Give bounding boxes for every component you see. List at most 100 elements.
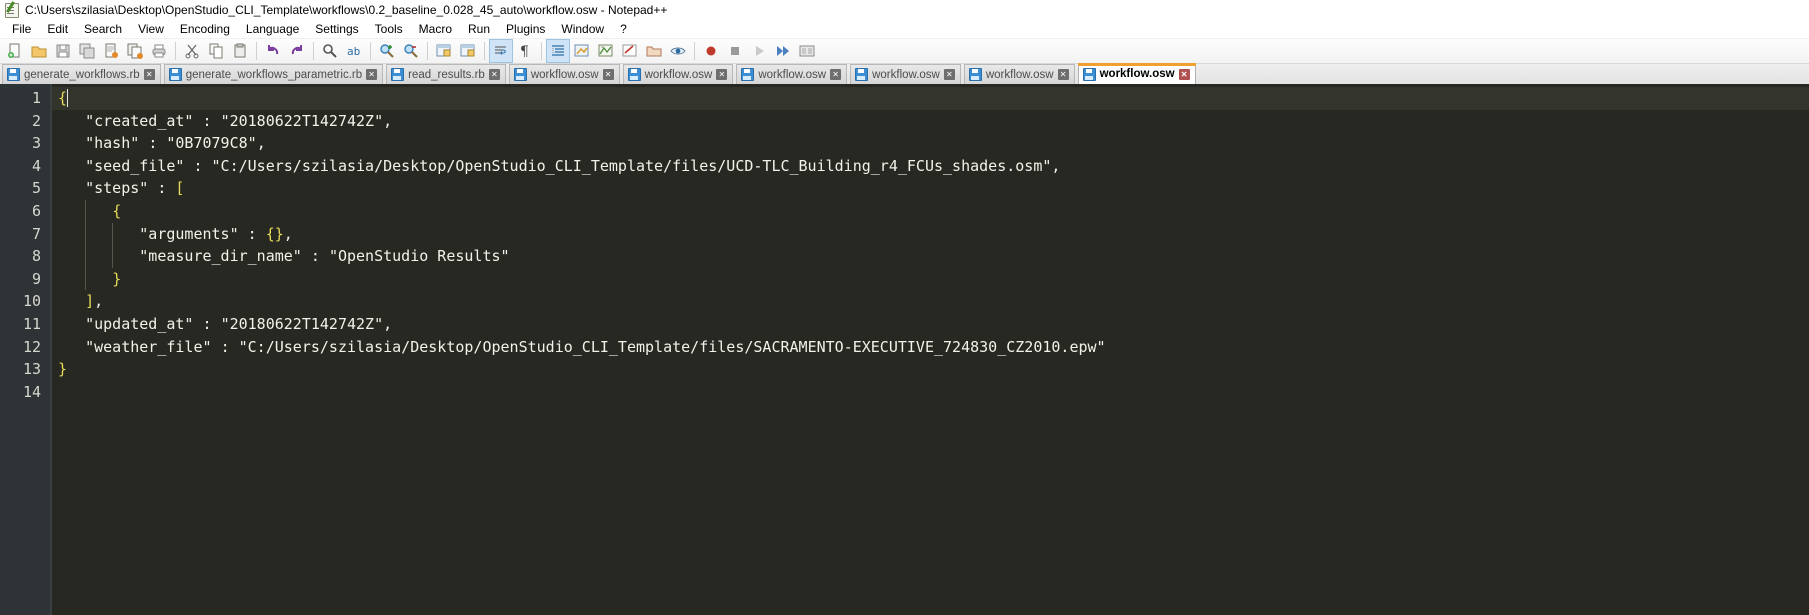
folder-workspace-icon[interactable]	[643, 40, 665, 62]
toolbar-separator	[313, 42, 314, 60]
monitoring-icon[interactable]	[667, 40, 689, 62]
document-tab-label: workflow.osw	[758, 68, 827, 81]
code-text-area[interactable]: { "created_at" : "20180622T142742Z", "ha…	[52, 84, 1809, 615]
replace-icon[interactable]: ab	[343, 40, 365, 62]
menu-item-plugins[interactable]: Plugins	[498, 21, 553, 37]
code-line[interactable]: "hash" : "0B7079C8",	[52, 132, 1809, 155]
zoom-in-icon[interactable]	[376, 40, 398, 62]
document-tab[interactable]: workflow.osw ✕	[963, 64, 1075, 84]
paste-icon[interactable]	[229, 40, 251, 62]
menu-item-tools[interactable]: Tools	[367, 21, 411, 37]
indent-guide	[85, 200, 87, 291]
document-tab-label: workflow.osw	[985, 68, 1054, 81]
toolbar: ab ¶	[0, 39, 1809, 64]
close-tab-icon[interactable]: ✕	[488, 69, 500, 80]
menu-item-search[interactable]: Search	[76, 21, 130, 37]
code-line[interactable]: "seed_file" : "C:/Users/szilasia/Desktop…	[52, 155, 1809, 178]
menu-item-run[interactable]: Run	[460, 21, 498, 37]
print-icon[interactable]	[148, 40, 170, 62]
undo-icon[interactable]	[262, 40, 284, 62]
line-number: 4	[31, 156, 41, 175]
code-line[interactable]: }	[52, 358, 1809, 381]
line-number: 8	[31, 247, 41, 266]
close-tab-icon[interactable]: ✕	[1178, 68, 1190, 80]
code-line[interactable]: ],	[52, 290, 1809, 313]
close-all-icon[interactable]	[124, 40, 146, 62]
document-tab[interactable]: workflow.osw ✕	[622, 64, 734, 84]
menu-item-edit[interactable]: Edit	[39, 21, 76, 37]
document-map-icon[interactable]	[595, 40, 617, 62]
close-tab-icon[interactable]: ✕	[830, 69, 842, 80]
code-line[interactable]: {	[52, 87, 1809, 110]
document-tab-label: read_results.rb	[408, 68, 485, 81]
saved-file-icon	[855, 68, 869, 81]
document-tab-label: generate_workflows_parametric.rb	[185, 68, 363, 81]
zoom-out-icon[interactable]	[400, 40, 422, 62]
copy-icon[interactable]	[205, 40, 227, 62]
stop-macro-icon[interactable]	[724, 40, 746, 62]
document-tab[interactable]: workflow.osw ✕	[850, 64, 961, 84]
line-number-gutter: 1 2 3 4 5 6 7 8 9 10 11 12 13 14	[0, 84, 52, 615]
save-macro-icon[interactable]	[796, 40, 818, 62]
close-tab-icon[interactable]: ✕	[943, 69, 955, 80]
document-tab[interactable]: generate_workflows.rb ✕	[2, 64, 161, 84]
code-line[interactable]	[52, 381, 1809, 404]
find-icon[interactable]	[319, 40, 341, 62]
word-wrap-icon[interactable]	[489, 39, 513, 63]
menu-item-encoding[interactable]: Encoding	[172, 21, 238, 37]
code-line[interactable]: {	[52, 200, 1809, 223]
function-list-icon[interactable]	[619, 40, 641, 62]
code-line[interactable]: }	[52, 268, 1809, 291]
menu-item-view[interactable]: View	[130, 21, 172, 37]
saved-file-icon	[741, 68, 755, 81]
close-tab-icon[interactable]: ✕	[366, 69, 378, 80]
record-macro-icon[interactable]	[700, 40, 722, 62]
code-line[interactable]: "arguments" : {},	[52, 223, 1809, 246]
window-title-bar: C:\Users\szilasia\Desktop\OpenStudio_CLI…	[0, 0, 1809, 19]
redo-icon[interactable]	[286, 40, 308, 62]
show-all-characters-icon[interactable]: ¶	[514, 40, 536, 62]
close-tab-icon[interactable]: ✕	[143, 69, 155, 80]
close-tab-icon[interactable]: ✕	[1057, 69, 1069, 80]
toolbar-separator	[541, 42, 542, 60]
cut-icon[interactable]	[181, 40, 203, 62]
play-macro-icon[interactable]	[748, 40, 770, 62]
document-tab-label: workflow.osw	[644, 68, 713, 81]
save-icon[interactable]	[52, 40, 74, 62]
document-tab-label: workflow.osw	[1099, 68, 1175, 80]
menu-item-macro[interactable]: Macro	[411, 21, 460, 37]
line-number: 6	[31, 201, 41, 220]
toolbar-separator	[694, 42, 695, 60]
close-tab-icon[interactable]: ✕	[602, 69, 614, 80]
line-number: 13	[22, 360, 41, 379]
code-line[interactable]: "steps" : [	[52, 177, 1809, 200]
document-tab[interactable]: generate_workflows_parametric.rb ✕	[163, 64, 384, 84]
menu-item-window[interactable]: Window	[553, 21, 612, 37]
code-line[interactable]: "measure_dir_name" : "OpenStudio Results…	[52, 245, 1809, 268]
code-line[interactable]: "created_at" : "20180622T142742Z",	[52, 110, 1809, 133]
editor-area[interactable]: 1 2 3 4 5 6 7 8 9 10 11 12 13 14 { "created_at" : "20…	[0, 84, 1809, 615]
code-line[interactable]: "updated_at" : "20180622T142742Z",	[52, 313, 1809, 336]
document-tab[interactable]: workflow.osw ✕	[508, 64, 620, 84]
menu-item-file[interactable]: File	[4, 21, 39, 37]
line-number: 5	[31, 179, 41, 198]
close-tab-icon[interactable]: ✕	[716, 69, 728, 80]
user-defined-language-icon[interactable]	[571, 40, 593, 62]
sync-horizontal-scroll-icon[interactable]	[457, 40, 479, 62]
document-tab[interactable]: read_results.rb ✕	[386, 64, 506, 84]
document-tab-active[interactable]: workflow.osw ✕	[1077, 63, 1196, 84]
code-line[interactable]: "weather_file" : "C:/Users/szilasia/Desk…	[52, 336, 1809, 359]
document-tab-label: generate_workflows.rb	[24, 68, 140, 81]
menu-item-settings[interactable]: Settings	[307, 21, 366, 37]
close-file-icon[interactable]	[100, 40, 122, 62]
document-tab[interactable]: workflow.osw ✕	[736, 64, 848, 84]
open-file-icon[interactable]	[28, 40, 50, 62]
svg-text:¶: ¶	[520, 44, 529, 59]
new-file-icon[interactable]	[4, 40, 26, 62]
menu-item-language[interactable]: Language	[238, 21, 307, 37]
sync-vertical-scroll-icon[interactable]	[433, 40, 455, 62]
indent-guide-icon[interactable]	[546, 39, 570, 63]
menu-item-[interactable]: ?	[612, 21, 635, 37]
run-macro-multiple-icon[interactable]	[772, 40, 794, 62]
save-all-icon[interactable]	[76, 40, 98, 62]
